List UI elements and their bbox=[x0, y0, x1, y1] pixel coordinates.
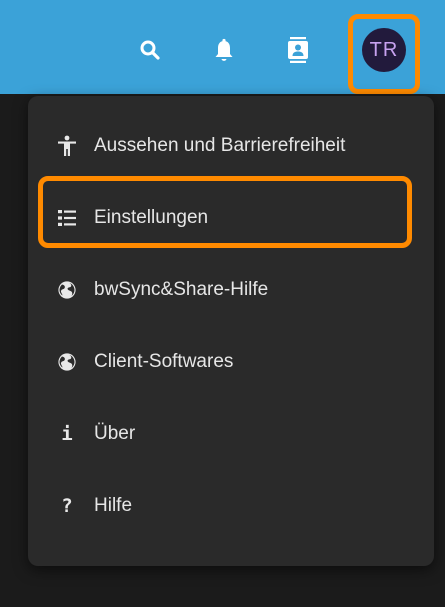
menu-item-about[interactable]: i Über bbox=[28, 398, 434, 470]
info-icon: i bbox=[61, 423, 73, 445]
menu-item-label: bwSync&Share-Hilfe bbox=[94, 279, 269, 300]
menu-item-client-software[interactable]: Client-Softwares bbox=[28, 326, 434, 398]
menu-item-label: Einstellungen bbox=[94, 207, 209, 228]
menu-item-label: Aussehen und Barrierefreiheit bbox=[94, 135, 346, 156]
menu-item-appearance[interactable]: Aussehen und Barrierefreiheit bbox=[28, 110, 434, 182]
user-menu: Aussehen und Barrierefreiheit Einstellun… bbox=[28, 96, 434, 566]
search-icon[interactable] bbox=[130, 30, 170, 70]
menu-item-label: Hilfe bbox=[94, 495, 133, 516]
globe-icon bbox=[56, 351, 78, 373]
help-icon: ? bbox=[61, 495, 73, 517]
bell-icon[interactable] bbox=[204, 31, 244, 71]
menu-item-bwsync-help[interactable]: bwSync&Share-Hilfe bbox=[28, 254, 434, 326]
settings-list-icon bbox=[56, 207, 78, 229]
menu-item-label: Client-Softwares bbox=[94, 351, 234, 372]
avatar[interactable]: TR bbox=[362, 28, 406, 72]
accessibility-icon bbox=[56, 135, 78, 157]
avatar-initials: TR bbox=[369, 38, 399, 61]
menu-item-help[interactable]: ? Hilfe bbox=[28, 470, 434, 542]
globe-icon bbox=[56, 279, 78, 301]
contacts-icon[interactable] bbox=[278, 30, 318, 70]
menu-item-settings[interactable]: Einstellungen bbox=[28, 182, 434, 254]
menu-item-label: Über bbox=[94, 423, 136, 444]
